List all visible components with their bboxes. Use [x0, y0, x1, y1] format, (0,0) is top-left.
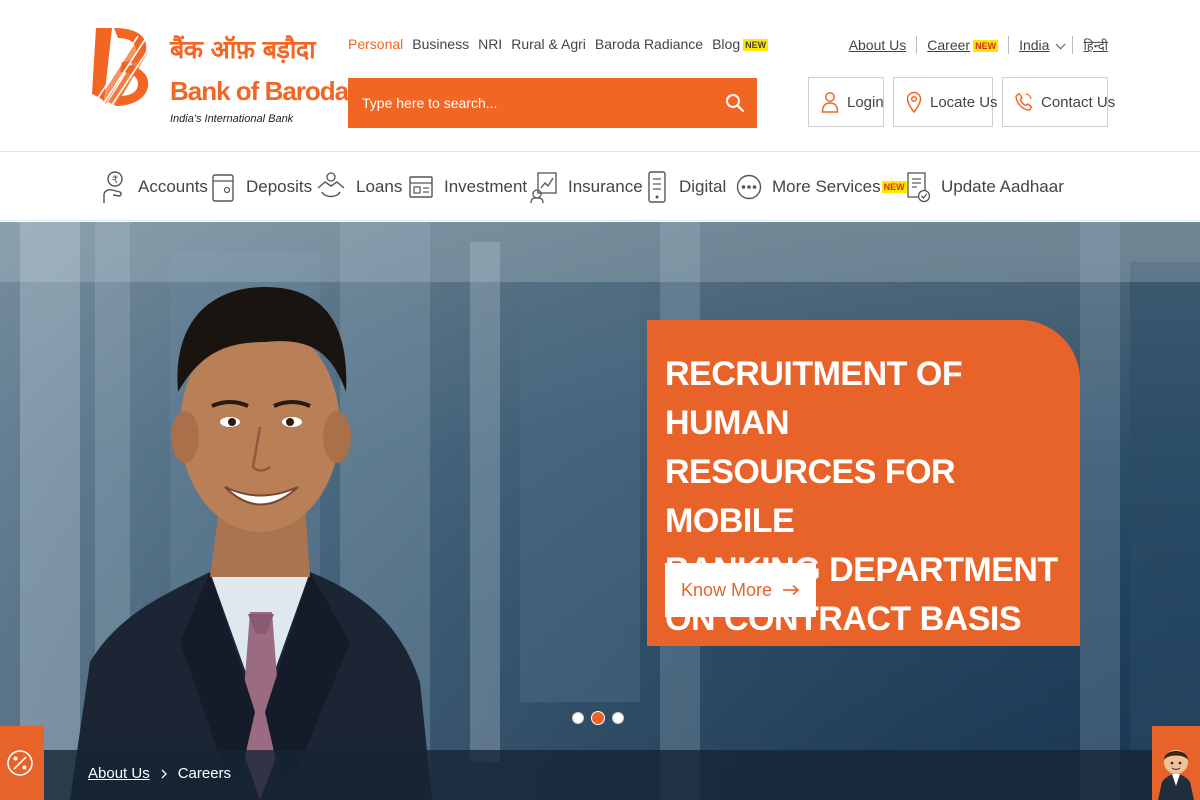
chevron-right-icon: [161, 769, 167, 778]
contact-us-label: Contact Us: [1041, 93, 1116, 111]
logo-mark-icon: [92, 28, 153, 108]
nav-loans[interactable]: Loans: [316, 169, 402, 205]
login-label: Login: [847, 93, 884, 111]
product-nav: ₹ Accounts Deposits Loans Investment Ins…: [0, 153, 1200, 221]
accounts-icon: ₹: [103, 171, 123, 203]
segment-business[interactable]: Business: [412, 36, 469, 52]
nav-insurance-label: Insurance: [568, 177, 643, 196]
carousel-dot[interactable]: [572, 712, 584, 724]
breadcrumb-careers: Careers: [177, 765, 232, 782]
segment-nav: Personal Business NRI Rural & Agri Barod…: [348, 36, 769, 52]
nav-more-services[interactable]: More Services NEW: [736, 169, 907, 205]
user-icon: [821, 92, 839, 113]
contact-us-button[interactable]: Contact Us: [1002, 77, 1115, 127]
promo-title-line: RECRUITMENT OF HUMAN: [665, 355, 963, 442]
country-label: India: [1019, 37, 1050, 53]
nav-update-aadhaar[interactable]: Update Aadhaar: [905, 169, 1064, 205]
update-aadhaar-icon: [907, 172, 931, 203]
nav-digital-label: Digital: [679, 177, 727, 196]
locate-us-label: Locate Us: [930, 93, 998, 111]
nav-digital[interactable]: Digital: [645, 169, 726, 205]
locate-us-button[interactable]: Locate Us: [893, 77, 998, 127]
nav-loans-label: Loans: [356, 177, 403, 196]
nav-accounts[interactable]: ₹ Accounts: [100, 169, 208, 205]
search-bar: [348, 78, 757, 128]
divider: [916, 36, 918, 54]
nav-deposits[interactable]: Deposits: [210, 169, 312, 205]
nav-investment-label: Investment: [444, 177, 528, 196]
promo-title-line: RESOURCES FOR MOBILE: [665, 453, 956, 540]
carousel-dot-active[interactable]: [592, 712, 604, 724]
insurance-icon: [530, 172, 557, 204]
phone-icon: [1015, 92, 1033, 111]
site-header: बैंक ऑफ़ बड़ौदा Bank of Baroda India's I…: [0, 0, 1200, 152]
percent-badge-icon: [7, 750, 33, 776]
nav-insurance[interactable]: Insurance: [530, 169, 643, 205]
nav-investment[interactable]: Investment: [408, 169, 527, 205]
digital-icon: [648, 171, 666, 203]
hero-banner: RECRUITMENT OF HUMAN RESOURCES FOR MOBIL…: [0, 222, 1200, 800]
segment-blog[interactable]: Blog NEW: [712, 36, 769, 52]
search-input[interactable]: [348, 78, 708, 128]
country-select[interactable]: India: [1019, 37, 1067, 53]
segment-rural-agri[interactable]: Rural & Agri: [511, 36, 586, 52]
location-pin-icon: [906, 91, 922, 113]
about-us-link[interactable]: About Us: [849, 37, 907, 53]
divider: [1072, 36, 1074, 54]
assistant-tab[interactable]: [1152, 726, 1200, 800]
bank-logo[interactable]: बैंक ऑफ़ बड़ौदा Bank of Baroda India's I…: [90, 22, 349, 132]
search-icon[interactable]: [723, 91, 747, 115]
breadcrumb: About Us Careers: [88, 765, 231, 782]
bank-tagline: India's International Bank: [170, 113, 294, 125]
segment-personal[interactable]: Personal: [348, 36, 403, 52]
know-more-button[interactable]: Know More: [665, 563, 816, 617]
login-button[interactable]: Login: [808, 77, 884, 127]
career-link[interactable]: Career NEW: [927, 37, 999, 53]
career-label: Career: [927, 37, 971, 53]
carousel-dot[interactable]: [612, 712, 624, 724]
nav-accounts-label: Accounts: [138, 177, 208, 196]
assistant-avatar-icon: [1158, 750, 1194, 800]
divider: [1008, 36, 1010, 54]
bank-name-hindi: बैंक ऑफ़ बड़ौदा: [170, 35, 316, 64]
bank-name: Bank of Baroda: [170, 76, 349, 106]
utility-nav: About Us Career NEW India हिन्दी: [849, 36, 1108, 54]
segment-nri[interactable]: NRI: [478, 36, 502, 52]
breadcrumb-bar: About Us Careers: [0, 750, 1200, 800]
chevron-down-icon: [1056, 39, 1067, 50]
man-in-suit-photo: [70, 287, 432, 800]
new-badge: NEW: [881, 181, 907, 193]
breadcrumb-about-us[interactable]: About Us: [88, 765, 150, 782]
know-more-label: Know More: [680, 579, 773, 600]
nav-deposits-label: Deposits: [246, 177, 313, 196]
arrow-right-icon: [783, 584, 800, 596]
new-badge: NEW: [973, 40, 999, 53]
new-badge: NEW: [743, 39, 769, 52]
promo-card: RECRUITMENT OF HUMAN RESOURCES FOR MOBIL…: [647, 320, 1080, 646]
segment-baroda-radiance[interactable]: Baroda Radiance: [595, 36, 703, 52]
investment-icon: [409, 176, 433, 198]
loans-icon: [317, 172, 345, 198]
nav-more-services-text: More Services NEW: [772, 177, 907, 197]
more-services-icon: [736, 174, 762, 200]
carousel-dots: [572, 712, 624, 724]
deposits-icon: [212, 174, 234, 202]
offers-tab[interactable]: [0, 726, 44, 800]
nav-more-services-label: More Services: [772, 177, 881, 196]
svg-text:₹: ₹: [112, 175, 118, 186]
nav-update-aadhaar-label: Update Aadhaar: [941, 177, 1064, 196]
language-hindi-link[interactable]: हिन्दी: [1083, 36, 1108, 54]
segment-blog-label: Blog: [712, 36, 741, 52]
